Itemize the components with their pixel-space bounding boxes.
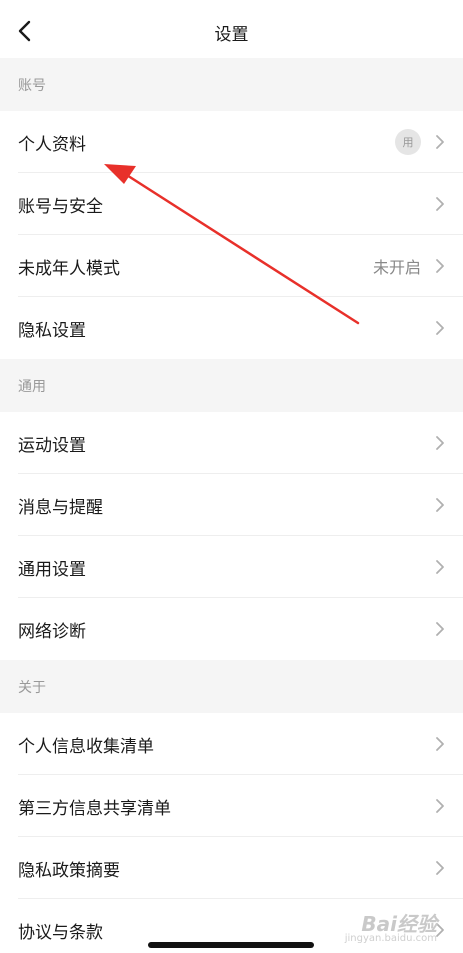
avatar: 用: [395, 129, 421, 155]
chevron-right-icon: [435, 196, 445, 212]
chevron-right-icon: [435, 559, 445, 575]
home-indicator[interactable]: [148, 942, 314, 948]
chevron-right-icon: [435, 621, 445, 637]
settings-item-privacy-summary[interactable]: 隐私政策摘要: [0, 837, 463, 899]
settings-item-label: 网络诊断: [18, 621, 86, 642]
watermark-url: jingyan.baidu.com: [344, 933, 437, 944]
settings-item-label: 个人资料: [18, 134, 86, 155]
chevron-right-icon: [435, 258, 445, 274]
minor-mode-status: 未开启: [372, 258, 421, 277]
settings-item-label: 通用设置: [18, 559, 86, 580]
settings-item-minor-mode[interactable]: 未成年人模式 未开启: [0, 235, 463, 297]
settings-item-network-diagnosis[interactable]: 网络诊断: [0, 598, 463, 660]
settings-item-label: 运动设置: [18, 435, 86, 456]
settings-item-label: 未成年人模式: [18, 258, 120, 279]
section-header-general: 通用: [0, 359, 463, 412]
settings-item-label: 隐私设置: [18, 320, 86, 341]
settings-item-label: 账号与安全: [18, 196, 103, 217]
settings-item-personal-info-list[interactable]: 个人信息收集清单: [0, 713, 463, 775]
chevron-right-icon: [435, 320, 445, 336]
settings-item-sports[interactable]: 运动设置: [0, 412, 463, 474]
settings-item-privacy[interactable]: 隐私设置: [0, 297, 463, 359]
section-header-about: 关于: [0, 660, 463, 713]
settings-item-label: 隐私政策摘要: [18, 860, 120, 881]
settings-item-label: 第三方信息共享清单: [18, 798, 171, 819]
chevron-right-icon: [435, 497, 445, 513]
navigation-bar: 设置: [0, 0, 463, 58]
chevron-right-icon: [435, 860, 445, 876]
settings-item-account-security[interactable]: 账号与安全: [0, 173, 463, 235]
settings-item-profile[interactable]: 个人资料 用: [0, 111, 463, 173]
settings-item-general[interactable]: 通用设置: [0, 536, 463, 598]
settings-item-notifications[interactable]: 消息与提醒: [0, 474, 463, 536]
chevron-right-icon: [435, 435, 445, 451]
chevron-right-icon: [435, 134, 445, 150]
section-header-account: 账号: [0, 58, 463, 111]
settings-item-label: 消息与提醒: [18, 497, 103, 518]
settings-item-third-party-sharing[interactable]: 第三方信息共享清单: [0, 775, 463, 837]
chevron-right-icon: [435, 798, 445, 814]
chevron-right-icon: [435, 736, 445, 752]
page-title: 设置: [214, 25, 249, 45]
settings-item-label: 个人信息收集清单: [18, 736, 154, 757]
